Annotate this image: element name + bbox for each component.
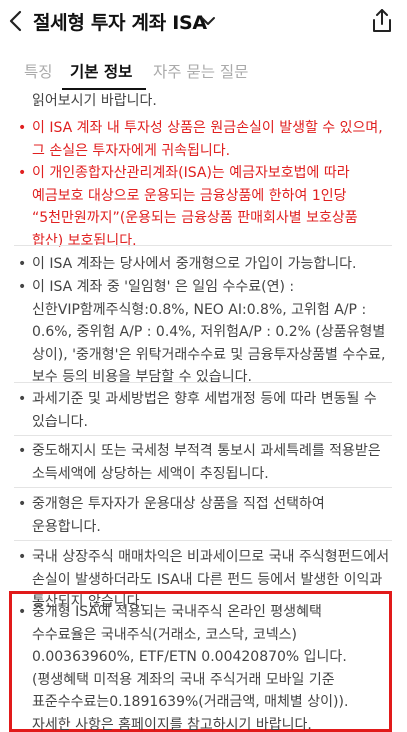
divider [14,245,392,246]
divider [14,435,392,436]
divider [14,382,392,383]
intro-text: 읽어보시기 바랍니다. [32,93,157,109]
tab-bar: 특징 기본 정보 자주 묻는 질문 [0,54,407,90]
list-item: • 이 ISA 계좌 중 '일임형' 은 일임 수수료(연) : 신한VIP함께… [18,279,386,385]
app-header: 절세형 투자 계좌 ISA [0,0,407,44]
warning-item: • 이 ISA 계좌 내 투자성 상품은 원금손실이 발생할 수 있으며, 그 … [18,120,383,159]
list-item: • 과세기준 및 과세방법은 향후 세법개정 등에 따라 변동될 수 있습니다. [18,391,377,430]
tab-basic-info[interactable]: 기본 정보 [70,60,132,82]
list-item-highlighted: • 중개형 ISA에 적용되는 국내주식 온라인 평생혜택 수수료율은 국내주식… [18,604,349,732]
chevron-left-icon[interactable] [6,9,26,33]
list-item: • 이 ISA 계좌는 당사에서 중개형으로 가입이 가능합니다. [18,256,357,272]
info-content[interactable]: 읽어보시기 바랍니다. • 이 ISA 계좌 내 투자성 상품은 원금손실이 발… [0,90,407,732]
tab-faq[interactable]: 자주 묻는 질문 [153,60,248,82]
tab-features[interactable]: 특징 [24,60,53,82]
page-title[interactable]: 절세형 투자 계좌 ISA [33,8,207,35]
warning-item: • 이 개인종합자산관리계좌(ISA)는 예금자보호법에 따라 예금보호 대상으… [18,165,358,249]
share-icon[interactable] [371,8,393,34]
divider [14,487,392,488]
list-item: • 중개형은 투자자가 운용대상 상품을 직접 선택하여 운용합니다. [18,496,325,535]
list-item: • 중도해지시 또는 국세청 부적격 통보시 과세특례를 적용받은 소득세액에 … [18,443,381,482]
divider [14,540,392,541]
chevron-down-icon[interactable] [200,14,216,28]
